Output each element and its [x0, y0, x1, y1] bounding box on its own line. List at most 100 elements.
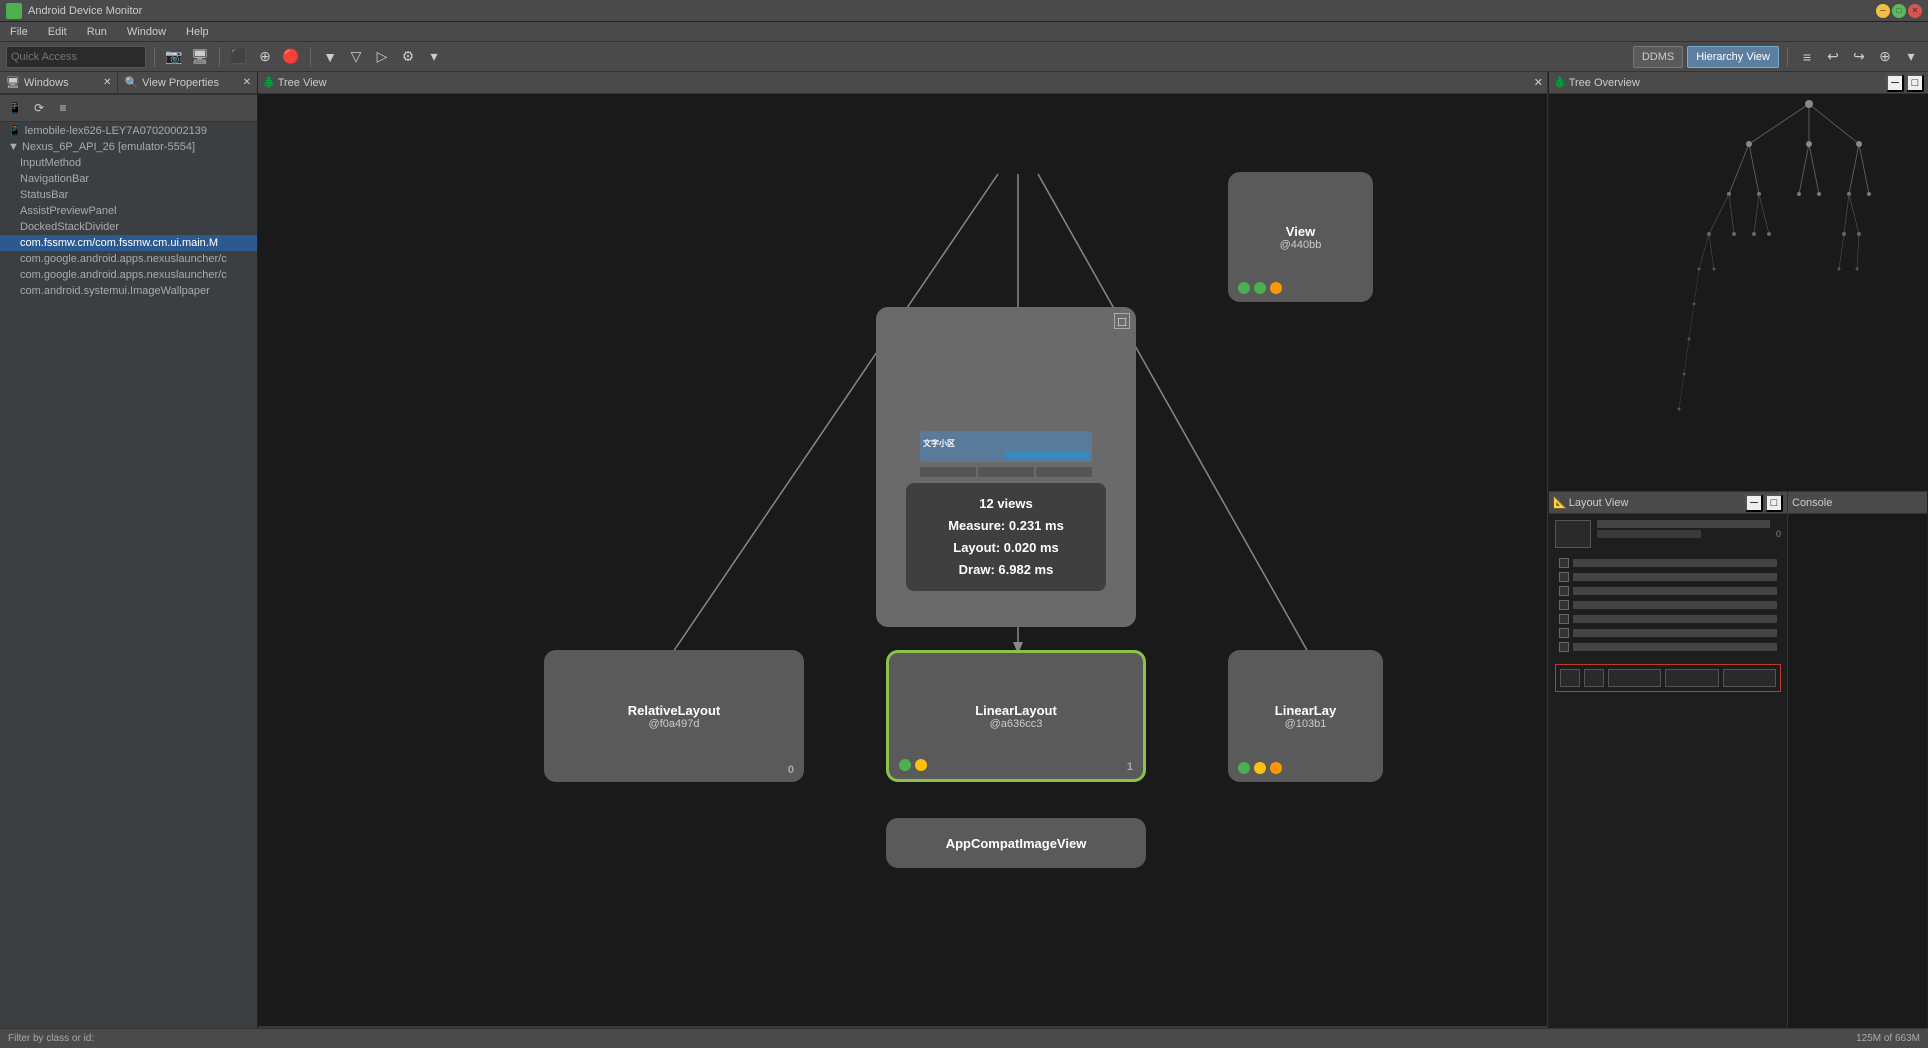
- toolbar-btn-2[interactable]: 🖥: [189, 46, 211, 68]
- app-btn-3: [1036, 467, 1092, 477]
- dot-green-1: [1238, 282, 1250, 294]
- toolbar-btn-4[interactable]: ⊕: [254, 46, 276, 68]
- ddms-button[interactable]: DDMS: [1633, 46, 1683, 68]
- tree-view-icon: 🌲: [262, 76, 276, 89]
- toolbar-separator: [154, 47, 155, 67]
- menu-window[interactable]: Window: [121, 24, 172, 40]
- tree-view-close[interactable]: ✕: [1534, 76, 1543, 89]
- close-button[interactable]: ✕: [1908, 4, 1922, 18]
- layout-view-panel: 📐 Layout View ─ □: [1549, 492, 1788, 1048]
- hierarchy-view-button[interactable]: Hierarchy View: [1687, 46, 1779, 68]
- layout-bar-9: [1573, 643, 1777, 651]
- checkbox-7[interactable]: [1559, 642, 1569, 652]
- toolbar-extra-5[interactable]: ▾: [1900, 46, 1922, 68]
- toolbar-extra-2[interactable]: ↩: [1822, 46, 1844, 68]
- view-properties-tab[interactable]: 🔍 View Properties ✕: [118, 72, 257, 94]
- node-view-top[interactable]: View @440bb: [1228, 172, 1373, 302]
- info-draw: Draw: 6.982 ms: [922, 559, 1090, 581]
- node-linear-right-id: @103b1: [1285, 718, 1327, 730]
- checkbox-4[interactable]: [1559, 600, 1569, 610]
- node-relative-label: RelativeLayout: [628, 703, 720, 718]
- item-statusbar[interactable]: StatusBar: [0, 187, 257, 203]
- action-btn-1[interactable]: 📱: [4, 97, 26, 119]
- menu-edit[interactable]: Edit: [42, 24, 73, 40]
- view-properties-close[interactable]: ✕: [243, 77, 251, 88]
- windows-close[interactable]: ✕: [103, 77, 111, 88]
- item-fssmw[interactable]: com.fssmw.cm/com.fssmw.cm.ui.main.M: [0, 235, 257, 251]
- menu-help[interactable]: Help: [180, 24, 215, 40]
- item-nexuslauncher-2[interactable]: com.google.android.apps.nexuslauncher/c: [0, 267, 257, 283]
- toolbar-btn-10[interactable]: ▾: [423, 46, 445, 68]
- app-btn-1: [920, 467, 976, 477]
- checkbox-1[interactable]: [1559, 558, 1569, 568]
- console-content: [1788, 514, 1927, 1048]
- action-btn-2[interactable]: ⟳: [28, 97, 50, 119]
- windows-panel: 🖥 Windows ✕ 🔍 View Properties ✕ 📱 ⟳ ≡ 📱 …: [0, 72, 258, 1048]
- tree-overview-panel: 🌲 Tree Overview ─ □: [1549, 72, 1928, 492]
- layout-row-2: [1555, 570, 1781, 584]
- layout-bar-5: [1573, 587, 1777, 595]
- node-linear-center-label: LinearLayout: [975, 703, 1057, 718]
- quick-access-input[interactable]: [6, 46, 146, 68]
- menu-file[interactable]: File: [4, 24, 34, 40]
- tree-overview-toolbar: 🌲 Tree Overview ─ □: [1549, 72, 1928, 94]
- toolbar-btn-5[interactable]: 🔴: [280, 46, 302, 68]
- checkbox-6[interactable]: [1559, 628, 1569, 638]
- toolbar-btn-9[interactable]: ⚙: [397, 46, 419, 68]
- device-lemobile[interactable]: 📱 lemobile-lex626-LEY7A07020002139: [0, 122, 257, 139]
- node-view-label: View: [1286, 224, 1315, 239]
- layout-view-max[interactable]: □: [1765, 494, 1783, 512]
- layout-small-1: [1560, 669, 1580, 687]
- layout-num-0: 0: [1776, 529, 1781, 539]
- dot-right-yellow: [1254, 762, 1266, 774]
- item-nexuslauncher-1[interactable]: com.google.android.apps.nexuslauncher/c: [0, 251, 257, 267]
- item-dockedstack[interactable]: DockedStackDivider: [0, 219, 257, 235]
- maximize-button[interactable]: □: [1892, 4, 1906, 18]
- checkbox-3[interactable]: [1559, 586, 1569, 596]
- node-appcompat[interactable]: AppCompatImageView: [886, 818, 1146, 868]
- checkbox-5[interactable]: [1559, 614, 1569, 624]
- node-linearlayout-right[interactable]: LinearLay @103b1: [1228, 650, 1383, 782]
- item-navigationbar[interactable]: NavigationBar: [0, 171, 257, 187]
- toolbar-btn-1[interactable]: 📷: [163, 46, 185, 68]
- layout-row-1: [1555, 556, 1781, 570]
- toolbar-btn-7[interactable]: ▽: [345, 46, 367, 68]
- tree-overview-max[interactable]: □: [1906, 74, 1924, 92]
- filter-label: Filter by class or id:: [8, 1033, 94, 1044]
- minimize-button[interactable]: ─: [1876, 4, 1890, 18]
- tree-canvas[interactable]: View @440bb 文字小区: [258, 94, 1547, 1048]
- tree-view-toolbar: 🌲 Tree View ✕: [258, 72, 1547, 94]
- node-linear-dots: [899, 759, 927, 771]
- view-properties-icon: 🔍: [124, 76, 138, 89]
- node-relativelayout[interactable]: RelativeLayout @f0a497d 0: [544, 650, 804, 782]
- node-linearlayout-center[interactable]: LinearLayout @a636cc3 1: [886, 650, 1146, 782]
- toolbar-extra-1[interactable]: ≡: [1796, 46, 1818, 68]
- node-expand-btn[interactable]: □: [1114, 313, 1130, 329]
- console-title: Console: [1792, 497, 1923, 509]
- toolbar-extra-3[interactable]: ↪: [1848, 46, 1870, 68]
- action-btn-3[interactable]: ≡: [52, 97, 74, 119]
- windows-icon: 🖥: [6, 76, 20, 89]
- layout-bar-6: [1573, 601, 1777, 609]
- layout-view-min[interactable]: ─: [1745, 494, 1763, 512]
- window-controls: ─ □ ✕: [1876, 4, 1922, 18]
- item-imagewallpaper[interactable]: com.android.systemui.ImageWallpaper: [0, 283, 257, 299]
- bottom-right-area: 📐 Layout View ─ □: [1549, 492, 1928, 1048]
- checkbox-2[interactable]: [1559, 572, 1569, 582]
- toolbar-btn-6[interactable]: ▼: [319, 46, 341, 68]
- item-inputmethod[interactable]: InputMethod: [0, 155, 257, 171]
- item-assistpreview[interactable]: AssistPreviewPanel: [0, 203, 257, 219]
- layout-widgets: 0: [1549, 514, 1787, 698]
- menu-run[interactable]: Run: [81, 24, 113, 40]
- dot-right-green: [1238, 762, 1250, 774]
- toolbar-btn-8[interactable]: ▷: [371, 46, 393, 68]
- toolbar-btn-3[interactable]: ⬛: [228, 46, 250, 68]
- windows-tab[interactable]: 🖥 Windows ✕: [0, 72, 118, 94]
- layout-small-5: [1723, 669, 1776, 687]
- toolbar-extra-4[interactable]: ⊕: [1874, 46, 1896, 68]
- tree-view-title: Tree View: [278, 77, 1532, 89]
- overview-svg: [1549, 94, 1928, 492]
- info-box: 12 views Measure: 0.231 ms Layout: 0.020…: [906, 483, 1106, 591]
- device-nexus[interactable]: ▼ Nexus_6P_API_26 [emulator-5554]: [0, 139, 257, 155]
- tree-overview-min[interactable]: ─: [1886, 74, 1904, 92]
